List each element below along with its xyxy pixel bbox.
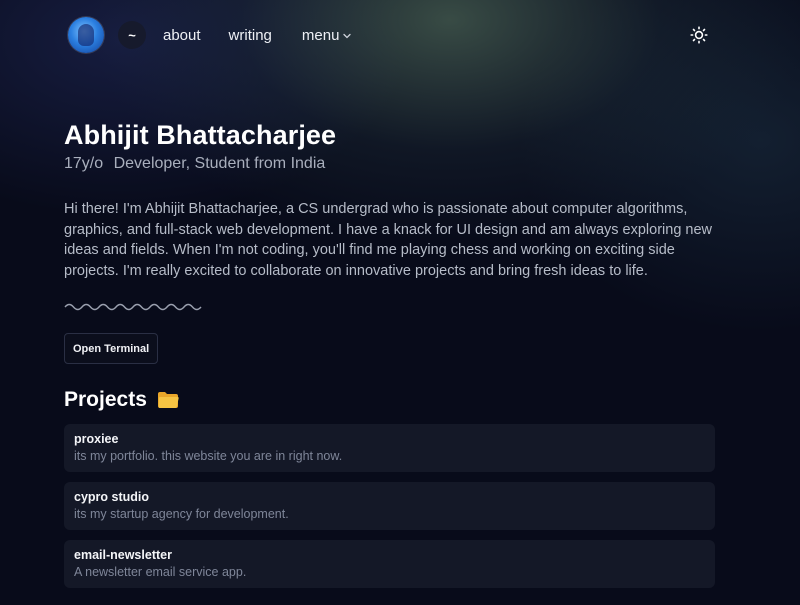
project-list: proxiee its my portfolio. this website y… [64,424,716,588]
project-name: email-newsletter [74,548,172,562]
role-text: Developer, Student from India [113,155,326,172]
wavy-divider [64,303,202,311]
avatar-figure [78,24,94,46]
nav-link-about[interactable]: about [163,27,201,44]
tagline: 17y/o Developer, Student from India [64,155,716,173]
project-card[interactable]: email-newsletter A newsletter email serv… [64,540,715,588]
nav-menu-label: menu [301,26,340,44]
project-card[interactable]: cypro studio its my startup agency for d… [64,482,715,530]
project-description: A newsletter email service app. [74,565,247,579]
project-name: proxiee [74,432,119,446]
nav-link-writing[interactable]: writing [229,27,272,44]
home-button[interactable]: ~ [118,21,146,49]
sun-icon [690,26,708,44]
project-card[interactable]: proxiee its my portfolio. this website y… [64,424,715,472]
open-terminal-button[interactable]: Open Terminal [64,333,159,364]
project-name: cypro studio [74,490,150,504]
chevron-down-icon [343,33,352,38]
project-description: its my portfolio. this website you are i… [74,449,343,463]
top-nav: ~ about writing menu [68,16,716,54]
folder-icon [157,392,179,408]
main-content: Abhijit Bhattacharjee 17y/o Developer, S… [64,120,716,588]
page-title: Abhijit Bhattacharjee [64,120,337,150]
age-text: 17y/o [64,155,104,172]
bio-paragraph: Hi there! I'm Abhijit Bhattacharjee, a C… [64,201,713,279]
projects-heading: Projects [64,388,716,412]
nav-menu-dropdown[interactable]: menu [302,27,352,44]
theme-toggle-button[interactable] [690,26,708,44]
avatar[interactable] [68,17,104,53]
project-description: its my startup agency for development. [74,507,289,521]
projects-title-text: Projects [64,388,147,411]
